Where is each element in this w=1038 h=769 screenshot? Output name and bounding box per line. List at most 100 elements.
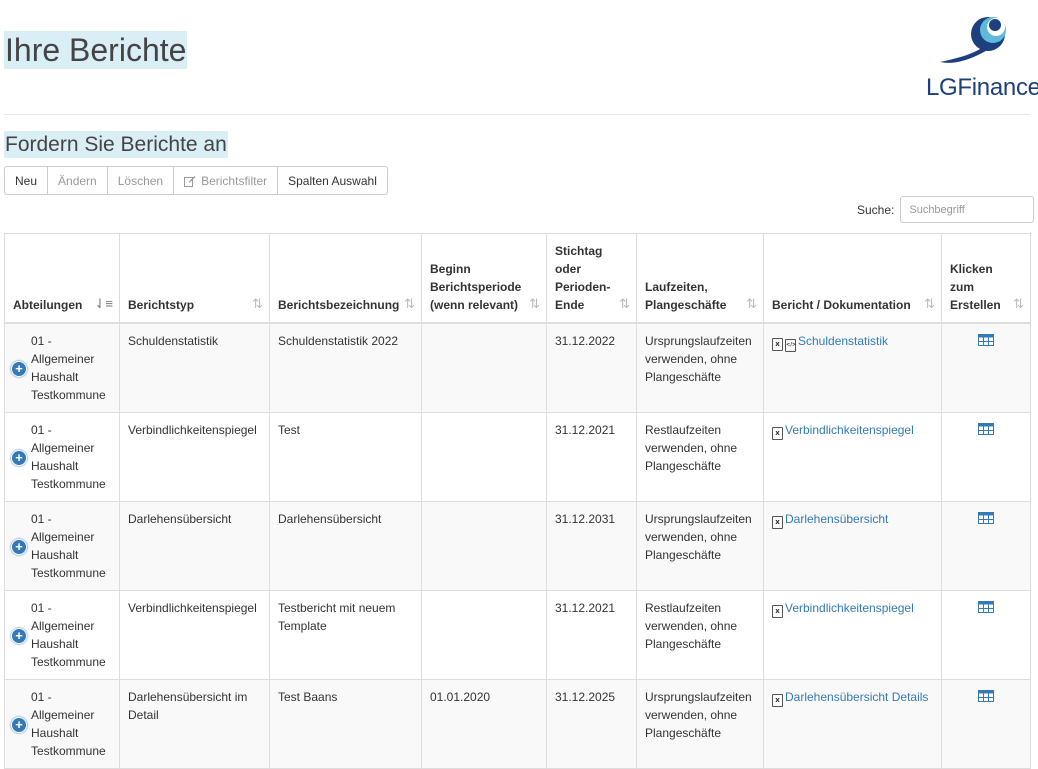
cell-period-start [421,501,547,591]
department-text: 01 - Allgemeiner Haushalt Testkommune [31,601,106,669]
table-row[interactable]: +01 - Allgemeiner Haushalt Testkommune Da… [4,679,1031,769]
cell-report-type: Verbindlichkeitenspiegel [119,590,270,680]
new-button[interactable]: Neu [4,166,49,195]
sort-icon: ⇅ [529,296,540,311]
cell-report-type: Darlehensübersicht [119,501,270,591]
table-row[interactable]: +01 - Allgemeiner Haushalt Testkommune Da… [4,501,1031,591]
cell-period-start: 01.01.2020 [421,679,547,769]
column-header-period-end[interactable]: Stichtag oder Perioden-Ende ⇅ [546,233,637,324]
column-select-button-label: Spalten Auswahl [288,173,377,188]
column-header-period-start[interactable]: Beginn Berichtsperiode (wenn relevant) ⇅ [421,233,547,324]
table-grid-icon[interactable] [978,423,994,435]
department-text: 01 - Allgemeiner Haushalt Testkommune [31,334,106,402]
column-select-button[interactable]: Spalten Auswahl [277,166,388,195]
column-header-label: Laufzeiten, Plangeschäfte [645,280,727,312]
edit-button-label: Ändern [58,173,97,188]
cell-report-type: Verbindlichkeitenspiegel [119,412,270,502]
cell-documentation: x Darlehensübersicht Details [763,679,942,769]
cell-report-name: Test Baans [269,679,422,769]
cell-report-name: Darlehensübersicht [269,501,422,591]
documentation-link[interactable]: Darlehensübersicht [785,512,888,526]
cell-report-type: Darlehensübersicht im Detail [119,679,270,769]
department-text: 01 - Allgemeiner Haushalt Testkommune [31,423,106,491]
cell-department: +01 - Allgemeiner Haushalt Testkommune [4,501,120,591]
cell-documentation: x Darlehensübersicht [763,501,942,591]
column-header-create[interactable]: Klicken zum Erstellen ⇅ [941,233,1031,324]
column-header-documentation[interactable]: Bericht / Dokumentation ⇅ [763,233,942,324]
cell-period-end: 31.12.2021 [546,590,637,680]
cell-period-end: 31.12.2022 [546,322,637,413]
search-area: Suche: [857,196,1035,223]
column-header-report-name[interactable]: Berichtsbezeichnung ⇅ [269,233,422,324]
expand-row-icon[interactable]: + [11,361,27,377]
documentation-link[interactable]: Verbindlichkeitenspiegel [785,601,914,615]
sort-icon: ⇅ [404,296,415,311]
logo-text: LGFinance [926,74,1038,101]
cell-period-end: 31.12.2021 [546,412,637,502]
column-header-departments[interactable]: Abteilungen ⇃≡ [4,233,120,324]
column-header-label: Klicken zum Erstellen [950,262,1001,312]
expand-row-icon[interactable]: + [11,628,27,644]
report-filter-button[interactable]: Berichtsfilter [173,166,279,195]
table-grid-icon[interactable] [978,512,994,524]
documentation-link[interactable]: Schuldenstatistik [798,334,888,348]
delete-button[interactable]: Löschen [106,166,175,195]
documentation-link[interactable]: Verbindlichkeitenspiegel [785,423,914,437]
edit-button[interactable]: Ändern [47,166,108,195]
documentation-link[interactable]: Darlehensübersicht Details [785,690,928,704]
cell-report-name: Schuldenstatistik 2022 [269,322,422,413]
cell-terms: Restlaufzeiten verwenden, ohne Plangesch… [636,412,764,502]
logo-mark-icon [940,17,1006,63]
cell-documentation: x </> Schuldenstatistik [763,322,942,413]
excel-file-icon[interactable]: x [772,516,783,529]
cell-department: +01 - Allgemeiner Haushalt Testkommune [4,679,120,769]
cell-period-start [421,590,547,680]
expand-row-icon[interactable]: + [11,717,27,733]
cell-department: +01 - Allgemeiner Haushalt Testkommune [4,590,120,680]
excel-file-icon[interactable]: x [772,605,783,618]
excel-file-icon[interactable]: x [772,427,783,440]
search-input[interactable] [900,196,1035,223]
page-title: Ihre Berichte [4,31,188,69]
excel-file-icon[interactable]: x [772,338,783,351]
cell-create [941,501,1031,591]
excel-file-icon[interactable]: x [772,694,783,707]
cell-period-start [421,412,547,502]
code-file-icon[interactable]: </> [785,339,796,352]
table-row[interactable]: +01 - Allgemeiner Haushalt Testkommune Ve… [4,590,1031,680]
reports-table: Abteilungen ⇃≡ Berichtstyp ⇅ Berichtsbezei… [4,233,1031,769]
cell-period-end: 31.12.2031 [546,501,637,591]
table-grid-icon[interactable] [978,334,994,346]
column-header-report-type[interactable]: Berichtstyp ⇅ [119,233,270,324]
column-header-label: Stichtag oder Perioden-Ende [555,244,611,312]
company-logo: LGFinance [926,14,1038,101]
table-row[interactable]: +01 - Allgemeiner Haushalt Testkommune Ve… [4,412,1031,502]
cell-report-type: Schuldenstatistik [119,322,270,413]
cell-department: +01 - Allgemeiner Haushalt Testkommune [4,412,120,502]
delete-button-label: Löschen [117,173,164,188]
cell-create [941,590,1031,680]
cell-create [941,679,1031,769]
column-header-label: Berichtstyp [128,298,195,312]
cell-create [941,412,1031,502]
sort-asc-icon: ⇃≡ [94,296,113,311]
cell-terms: Ursprungslaufzeiten verwenden, ohne Plan… [636,322,764,413]
cell-department: +01 - Allgemeiner Haushalt Testkommune [4,322,120,413]
cell-period-start [421,322,547,413]
cell-create [941,322,1031,413]
sort-icon: ⇅ [252,296,263,311]
expand-row-icon[interactable]: + [11,539,27,555]
cell-terms: Restlaufzeiten verwenden, ohne Plangesch… [636,590,764,680]
edit-icon [184,175,196,187]
department-text: 01 - Allgemeiner Haushalt Testkommune [31,512,106,580]
table-grid-icon[interactable] [978,601,994,613]
table-grid-icon[interactable] [978,690,994,702]
column-header-terms[interactable]: Laufzeiten, Plangeschäfte ⇅ [636,233,764,324]
report-filter-button-label: Berichtsfilter [201,173,268,188]
section-title: Fordern Sie Berichte an [4,131,228,158]
expand-row-icon[interactable]: + [11,450,27,466]
table-row[interactable]: +01 - Allgemeiner Haushalt Testkommune Sc… [4,322,1031,413]
cell-report-name: Test [269,412,422,502]
column-header-label: Berichtsbezeichnung [278,298,400,312]
cell-report-name: Testbericht mit neuem Template [269,590,422,680]
